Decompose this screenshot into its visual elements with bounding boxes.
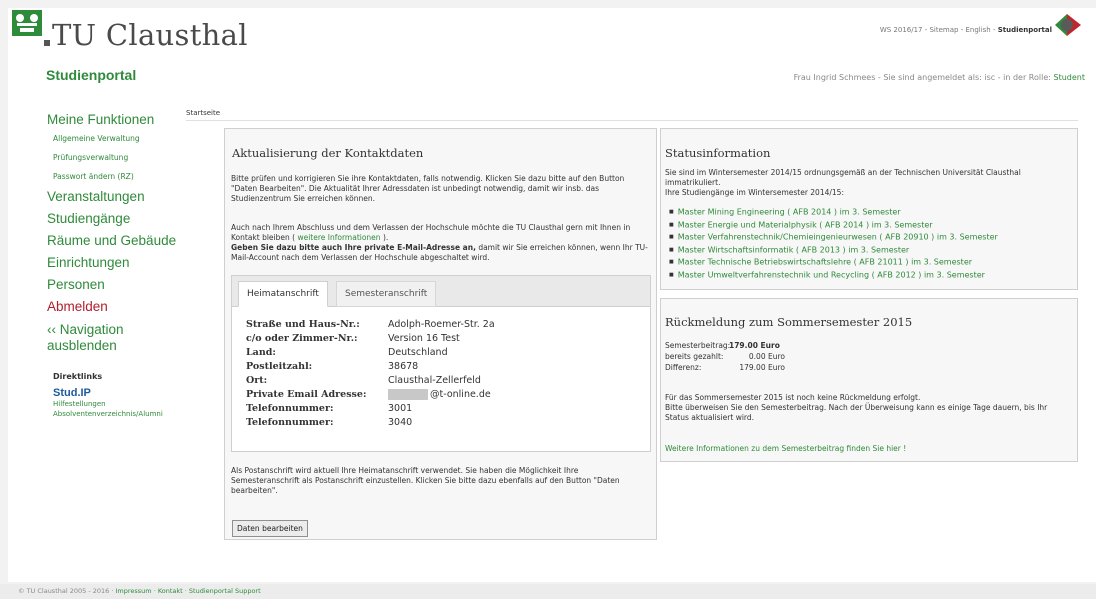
direct-link-alumni[interactable]: Absolventenverzeichnis/Alumni: [47, 409, 187, 419]
user-info: Frau Ingrid Schmees - Sie sind angemelde…: [793, 73, 1086, 82]
address-row: Telefonnummer: 3001: [246, 403, 413, 414]
list-item[interactable]: Master Verfahrenstechnik/Chemieingenieur…: [669, 231, 998, 244]
status-title: Statusinformation: [665, 146, 771, 160]
table-row: bereits gezahlt: 0.00 Euro: [665, 352, 785, 361]
breadcrumb-divider: [186, 120, 1078, 121]
sitemap-link[interactable]: Sitemap: [929, 26, 958, 34]
list-item[interactable]: Master Wirtschaftsinformatik ( AFB 2013 …: [669, 244, 998, 257]
tab-semester-address[interactable]: Semesteranschrift: [336, 281, 437, 307]
footer: © TU Clausthal 2005 - 2016 · Impressum ·…: [0, 584, 1096, 599]
hide-navigation-link[interactable]: ‹‹ Navigation ausblenden: [47, 322, 147, 354]
tab-home-address[interactable]: Heimatanschrift: [238, 281, 328, 307]
address-row: Telefonnummer: 3040: [246, 417, 413, 428]
studienportal-link[interactable]: Studienportal: [998, 26, 1052, 34]
contact-panel: Aktualisierung der Kontaktdaten Bitte pr…: [224, 128, 657, 540]
portal-subtitle[interactable]: Studienportal: [46, 67, 136, 83]
user-role: Student: [1053, 73, 1086, 82]
fee-info-link[interactable]: Weitere Informationen zu dem Semesterbei…: [665, 444, 906, 453]
address-details: Straße und Haus-Nr.: Adolph-Roemer-Str. 2…: [246, 318, 495, 430]
copyright: © TU Clausthal 2005 - 2016: [18, 587, 110, 595]
sidebar-item-programs[interactable]: Studiengänge: [47, 208, 187, 230]
address-row: Land: Deutschland: [246, 347, 448, 358]
imprint-link[interactable]: Impressum: [115, 587, 151, 595]
edit-data-button[interactable]: Daten bearbeiten: [232, 520, 308, 537]
support-link[interactable]: Studienportal Support: [189, 587, 261, 595]
table-row: Differenz: 179.00 Euro: [665, 363, 785, 372]
top-navigation: WS 2016/17 - Sitemap - English - Studien…: [879, 26, 1052, 34]
address-row: c/o oder Zimmer-Nr.: Version 16 Test: [246, 333, 460, 344]
address-row: Straße und Haus-Nr.: Adolph-Roemer-Str. 2…: [246, 319, 495, 330]
contact-intro: Bitte prüfen und korrigieren Sie ihre Ko…: [231, 174, 625, 203]
list-item[interactable]: Master Umweltverfahrenstechnik und Recyc…: [669, 269, 998, 282]
table-row: Semesterbeitrag: 179.00 Euro: [665, 341, 780, 350]
fee-table: Semesterbeitrag: 179.00 Euro bereits geza…: [665, 340, 787, 373]
portal-logo-icon: [1053, 12, 1083, 38]
direct-links-heading: Direktlinks: [53, 372, 103, 381]
sidebar-item-institutions[interactable]: Einrichtungen: [47, 252, 187, 274]
redacted-email-block: [388, 389, 428, 400]
site-title[interactable]: TU Clausthal: [44, 18, 248, 52]
list-item[interactable]: Master Technische Betriebswirtschaftsleh…: [669, 256, 998, 269]
studip-logo[interactable]: Stud.IP: [47, 387, 187, 399]
address-tabs: Heimatanschrift Semesteranschrift Straße…: [231, 275, 651, 452]
contact-keep-in-touch: Auch nach Ihrem Abschluss und dem Verlas…: [231, 223, 648, 262]
sidebar-subitem-change-password[interactable]: Passwort ändern (RZ): [47, 167, 187, 186]
user-name: Frau Ingrid Schmees: [793, 73, 876, 82]
list-item[interactable]: Master Energie und Materialphysik ( AFB …: [669, 219, 998, 232]
logout-link[interactable]: Abmelden: [47, 296, 187, 318]
feedback-panel: Rückmeldung zum Sommersemester 2015 Seme…: [660, 298, 1078, 462]
status-text: Sie sind im Wintersemester 2014/15 ordnu…: [665, 168, 1021, 197]
postal-address-note: Als Postanschrift wird aktuell Ihre Heim…: [231, 466, 620, 495]
program-list: Master Mining Engineering ( AFB 2014 ) i…: [669, 206, 998, 281]
status-panel: Statusinformation Sie sind im Winterseme…: [660, 128, 1078, 290]
sidebar: Meine Funktionen Allgemeine Verwaltung P…: [47, 107, 187, 419]
sidebar-subitem-exam-admin[interactable]: Prüfungsverwaltung: [47, 148, 187, 167]
more-info-link[interactable]: weitere Informationen: [297, 233, 380, 242]
english-link[interactable]: English: [965, 26, 990, 34]
contact-link[interactable]: Kontakt: [158, 587, 183, 595]
address-row: Private Email Adresse: @t-online.de: [246, 389, 491, 400]
sidebar-subitem-general-admin[interactable]: Allgemeine Verwaltung: [47, 129, 187, 148]
login-status: Sie sind angemeldet als: isc: [883, 73, 996, 82]
address-row: Ort: Clausthal-Zellerfeld: [246, 375, 481, 386]
direct-link-help[interactable]: Hilfestellungen: [47, 399, 187, 409]
sidebar-item-events[interactable]: Veranstaltungen: [47, 186, 187, 208]
sidebar-item-rooms[interactable]: Räume und Gebäude: [47, 230, 187, 252]
breadcrumb[interactable]: Startseite: [186, 109, 220, 117]
feedback-notes: Für das Sommersemester 2015 ist noch kei…: [665, 393, 1048, 422]
tu-seal-logo[interactable]: [12, 10, 42, 36]
semester-label: WS 2016/17: [879, 26, 923, 34]
sidebar-item-my-functions[interactable]: Meine Funktionen: [47, 109, 187, 131]
tab-strip: Heimatanschrift Semesteranschrift: [232, 276, 650, 307]
list-item[interactable]: Master Mining Engineering ( AFB 2014 ) i…: [669, 206, 998, 219]
feedback-title: Rückmeldung zum Sommersemester 2015: [665, 315, 913, 329]
address-row: Postleitzahl: 38678: [246, 361, 419, 372]
contact-title: Aktualisierung der Kontaktdaten: [232, 146, 424, 160]
sidebar-item-people[interactable]: Personen: [47, 274, 187, 296]
